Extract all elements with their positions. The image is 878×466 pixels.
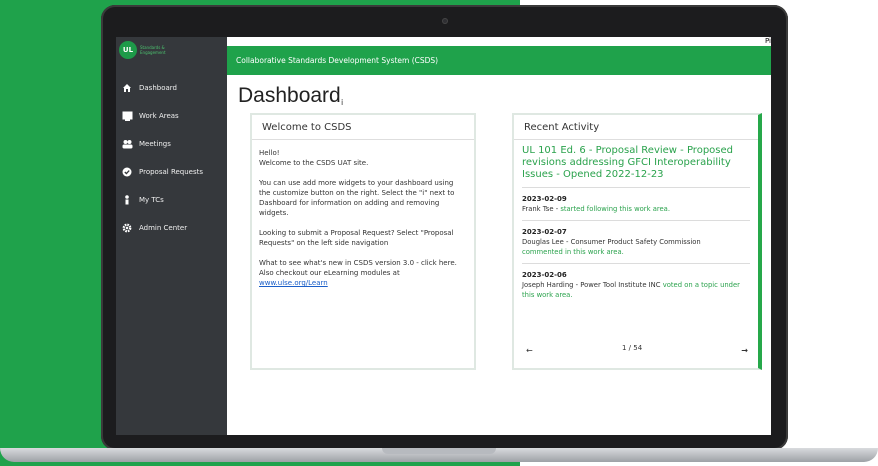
info-icon[interactable]: i <box>341 98 343 107</box>
app-title: Collaborative Standards Development Syst… <box>236 56 439 65</box>
activity-user: Joseph Harding - Power Tool Institute IN… <box>522 281 661 289</box>
user-menu-text[interactable]: Pi <box>765 37 771 45</box>
elearning-link[interactable]: www.ulse.org/Learn <box>259 279 328 287</box>
sidebar-item-admin-center[interactable]: Admin Center <box>116 214 227 242</box>
sidebar-item-meetings[interactable]: Meetings <box>116 130 227 158</box>
pager-count: 1 / 54 <box>622 344 643 352</box>
recent-activity-widget: Recent Activity UL 101 Ed. 6 - Proposal … <box>512 113 762 370</box>
activity-action: commented in this work area. <box>522 248 624 256</box>
logo[interactable]: UL Standards & Engagement <box>119 41 170 59</box>
sidebar-nav: Dashboard Work Areas Meetings Proposal R… <box>116 74 227 242</box>
activity-date: 2023-02-07 <box>522 228 567 236</box>
arrow-right-icon[interactable]: → <box>741 346 748 355</box>
sidebar-item-dashboard[interactable]: Dashboard <box>116 74 227 102</box>
welcome-whats-new-text: What to see what's new in CSDS version 3… <box>259 259 457 277</box>
person-icon <box>121 194 133 206</box>
welcome-widget-body: Hello! Welcome to the CSDS UAT site. You… <box>252 140 474 296</box>
camera-icon <box>442 18 448 24</box>
activity-entry: 2023-02-06 Joseph Harding - Power Tool I… <box>514 264 758 300</box>
sidebar-item-work-areas[interactable]: Work Areas <box>116 102 227 130</box>
welcome-proposal-text: Looking to submit a Proposal Request? Se… <box>259 229 454 247</box>
sidebar-item-label: Meetings <box>139 140 171 148</box>
welcome-widget: Welcome to CSDS Hello! Welcome to the CS… <box>250 113 476 370</box>
gear-icon <box>121 222 133 234</box>
welcome-widget-title: Welcome to CSDS <box>252 115 474 140</box>
main-content: Dashboard i Welcome to CSDS Hello! Welco… <box>227 75 771 435</box>
activity-date: 2023-02-09 <box>522 195 567 203</box>
welcome-line: Welcome to the CSDS UAT site. <box>259 159 369 167</box>
sidebar: UL Standards & Engagement Dashboard Work… <box>116 37 227 435</box>
check-circle-icon <box>121 166 133 178</box>
activity-user: Frank Tse - <box>522 205 561 213</box>
sidebar-item-label: Admin Center <box>139 224 188 232</box>
app-screen: UL Standards & Engagement Dashboard Work… <box>116 37 771 435</box>
activity-work-area-link[interactable]: UL 101 Ed. 6 - Proposal Review - Propose… <box>514 140 758 181</box>
activity-pager: ← 1 / 54 → <box>514 344 758 360</box>
sidebar-item-my-tcs[interactable]: My TCs <box>116 186 227 214</box>
laptop-notch <box>382 448 496 454</box>
home-icon <box>121 82 133 94</box>
ul-logo-icon: UL <box>119 41 137 59</box>
window-icon <box>121 110 133 122</box>
page-title: Dashboard <box>238 84 341 107</box>
welcome-hello: Hello! <box>259 149 280 157</box>
arrow-left-icon[interactable]: ← <box>526 346 533 355</box>
sidebar-item-label: Dashboard <box>139 84 177 92</box>
sidebar-item-label: Work Areas <box>139 112 179 120</box>
people-icon <box>121 138 133 150</box>
sidebar-item-proposal-requests[interactable]: Proposal Requests <box>116 158 227 186</box>
app-header: Collaborative Standards Development Syst… <box>227 37 771 75</box>
welcome-customize-text: You can use add more widgets to your das… <box>259 179 455 217</box>
sidebar-item-label: My TCs <box>139 196 164 204</box>
logo-text: Standards & Engagement <box>140 45 166 55</box>
activity-user: Douglas Lee - Consumer Product Safety Co… <box>522 238 701 246</box>
recent-activity-title: Recent Activity <box>514 115 758 140</box>
sidebar-item-label: Proposal Requests <box>139 168 204 176</box>
activity-date: 2023-02-06 <box>522 271 567 279</box>
activity-entry: 2023-02-07 Douglas Lee - Consumer Produc… <box>514 221 758 257</box>
activity-action: started following this work area. <box>560 205 671 213</box>
activity-entry: 2023-02-09 Frank Tse - started following… <box>514 188 758 214</box>
